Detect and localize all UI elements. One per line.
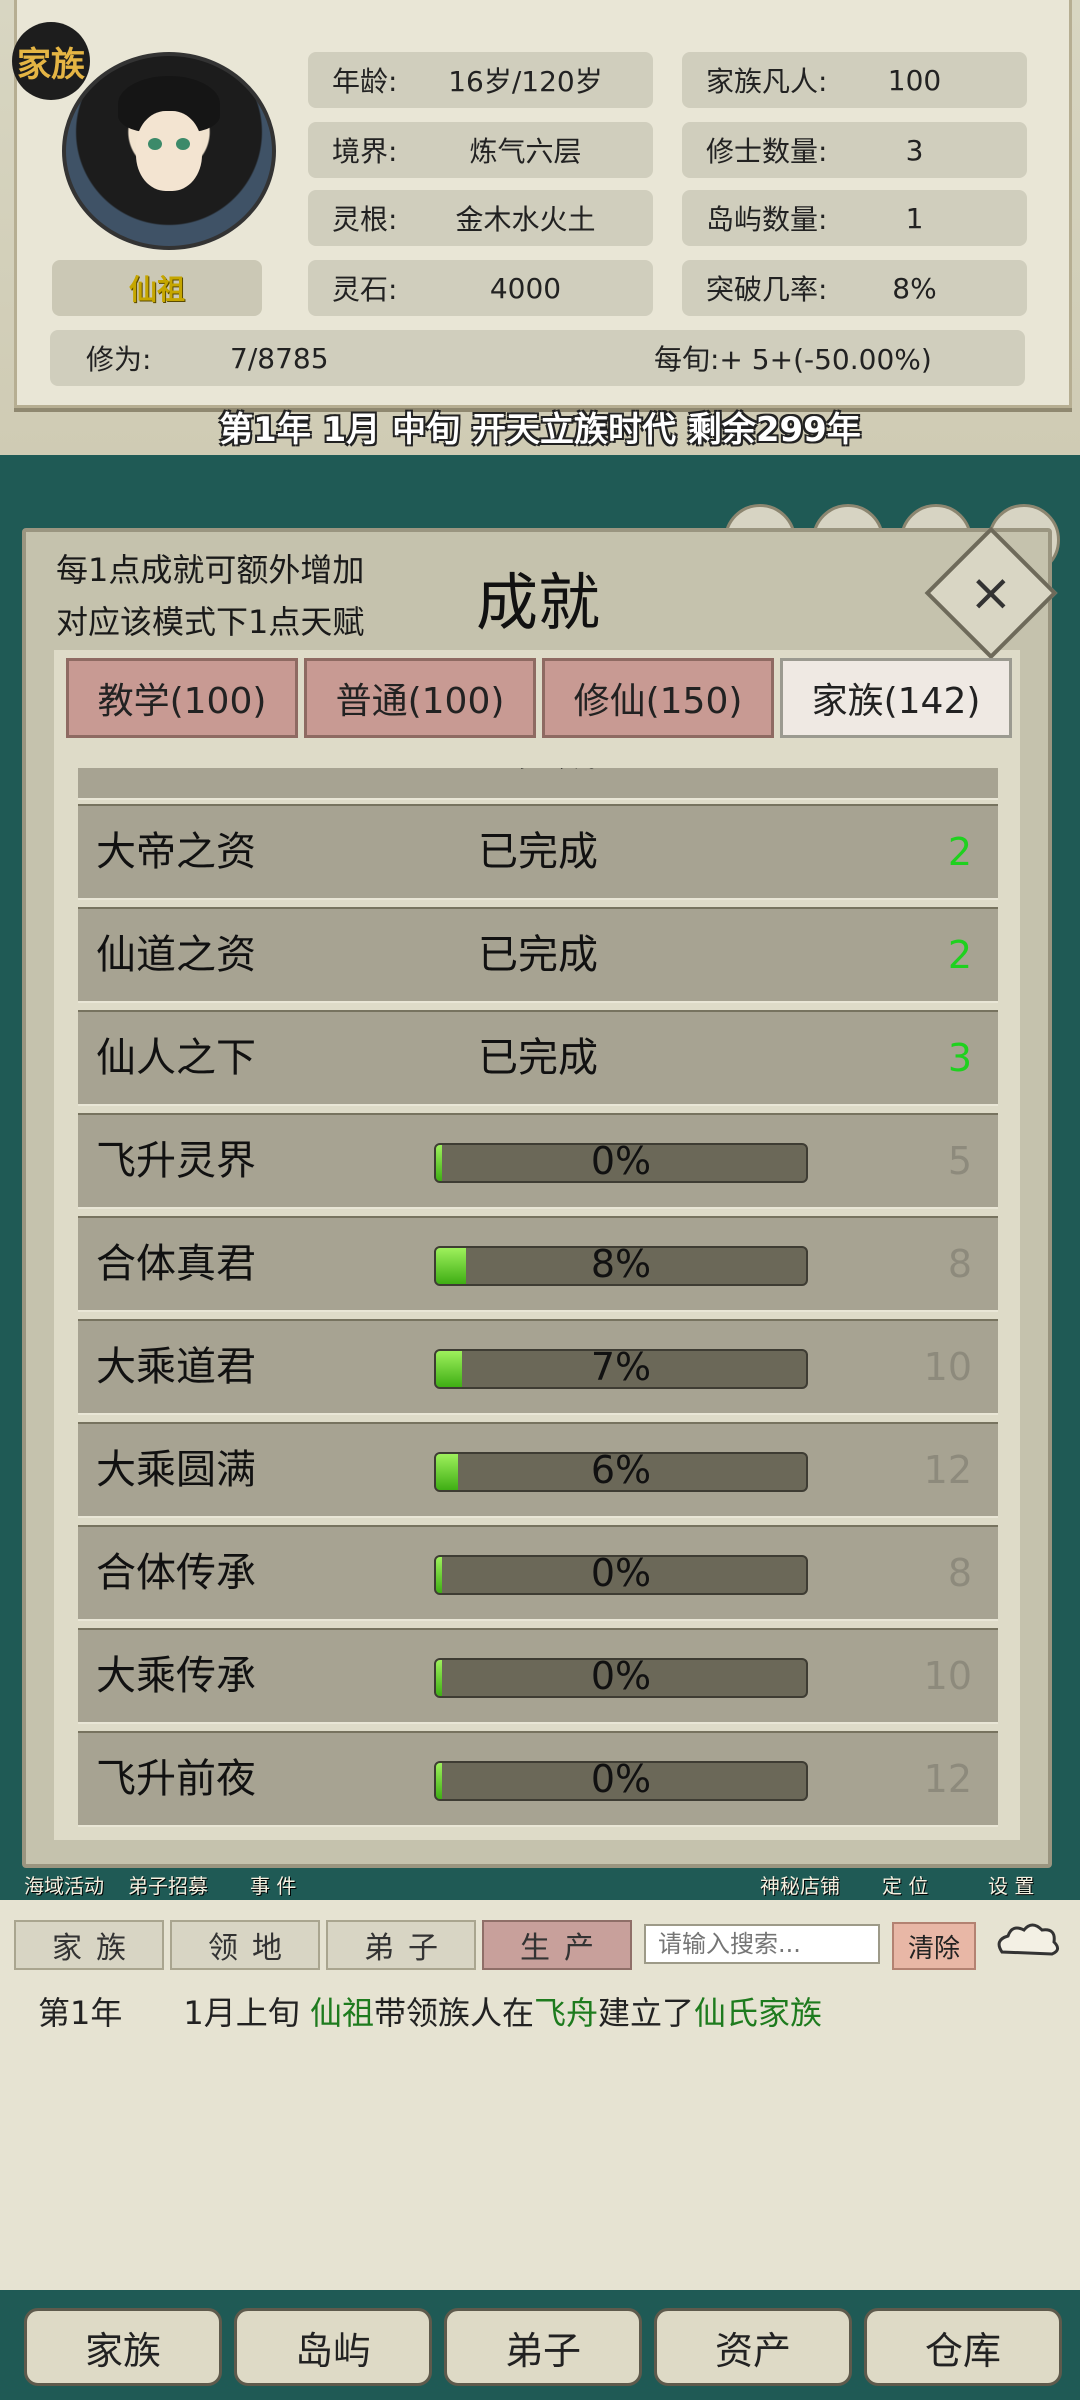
cultivation-label: 修为: xyxy=(86,343,152,376)
achievement-row: 合体传承 0% 8 xyxy=(78,1525,998,1621)
era-status: 第1年 1月 中旬 开天立族时代 剩余299年 xyxy=(219,410,861,450)
achievement-name: 飞升灵界 xyxy=(96,1138,256,1184)
stat-mortals: 家族凡人: 100 xyxy=(682,52,1027,108)
tab-clan[interactable]: 家族(142) xyxy=(780,658,1012,738)
achievement-points: 12 xyxy=(923,1448,972,1492)
tab-tutorial[interactable]: 教学(100) xyxy=(66,658,298,738)
stat-cultivators: 修士数量: 3 xyxy=(682,122,1027,178)
cultivation-value: 7/8785 xyxy=(230,341,329,375)
event-log-panel: 家族 领地 弟子 生产 清除 第1年 1月上旬 仙祖带领族人在飞舟建立了仙氏家族 xyxy=(0,1900,1080,2290)
log-tab-clan[interactable]: 家族 xyxy=(14,1920,164,1970)
settings-label[interactable]: 设 置 xyxy=(988,1870,1034,1899)
achievement-list[interactable]: 已完成 大帝之资 已完成 2 仙道之资 已完成 2 仙人之下 已完成 3 飞升灵… xyxy=(78,768,998,1832)
stat-age: 年龄: 16岁/120岁 xyxy=(308,52,653,108)
achievement-row: 大乘传承 0% 10 xyxy=(78,1628,998,1724)
avatar[interactable] xyxy=(62,52,276,250)
achievement-points: 3 xyxy=(947,1036,972,1080)
achievement-points: 10 xyxy=(923,1654,972,1698)
achievement-row: 飞升前夜 0% 12 xyxy=(78,1731,998,1827)
achievement-row: 大乘道君 7% 10 xyxy=(78,1319,998,1415)
achievement-status: 已完成 xyxy=(478,932,598,978)
stat-realm: 境界: 炼气六层 xyxy=(308,122,653,178)
achievement-name: 合体传承 xyxy=(96,1550,256,1596)
progress-bar: 8% xyxy=(434,1246,808,1286)
nav-assets[interactable]: 资产 xyxy=(654,2308,852,2386)
achievement-row: 合体真君 8% 8 xyxy=(78,1216,998,1312)
achievement-points: 2 xyxy=(947,933,972,977)
tab-normal[interactable]: 普通(100) xyxy=(304,658,536,738)
log-tab-disciples[interactable]: 弟子 xyxy=(326,1920,476,1970)
stat-spirit-root: 灵根: 金木水火土 xyxy=(308,190,653,246)
recruit-label[interactable]: 弟子招募 xyxy=(128,1870,208,1899)
progress-bar: 0% xyxy=(434,1658,808,1698)
achievement-tabs: 教学(100) 普通(100) 修仙(150) 家族(142) xyxy=(66,658,1012,738)
progress-bar: 7% xyxy=(434,1349,808,1389)
close-button[interactable]: × xyxy=(924,526,1058,660)
achievement-row-partial: 已完成 xyxy=(78,768,998,800)
achievement-status: 已完成 xyxy=(478,1035,598,1081)
achievement-row: 仙人之下 已完成 3 xyxy=(78,1010,998,1106)
log-tab-territory[interactable]: 领地 xyxy=(170,1920,320,1970)
progress-bar: 0% xyxy=(434,1555,808,1595)
bottom-nav: 家族 岛屿 弟子 资产 仓库 xyxy=(0,2290,1080,2400)
events-label[interactable]: 事 件 xyxy=(250,1870,296,1899)
sea-activity-label[interactable]: 海域活动 xyxy=(24,1870,104,1899)
stat-spirit-stones: 灵石: 4000 xyxy=(308,260,653,316)
achievement-name: 飞升前夜 xyxy=(96,1756,256,1802)
character-panel: 家族 仙祖 年龄: 16岁/120岁 境界: 炼气六层 灵根: 金木水火土 灵石: 40… xyxy=(0,0,1080,455)
log-search-input[interactable] xyxy=(644,1924,880,1964)
log-tabs: 家族 领地 弟子 生产 xyxy=(14,1920,632,1970)
log-tab-production[interactable]: 生产 xyxy=(482,1920,632,1970)
achievement-name: 大乘圆满 xyxy=(96,1447,256,1493)
close-icon: × xyxy=(969,562,1013,623)
achievement-name: 大乘道君 xyxy=(96,1344,256,1390)
achievement-status: 已完成 xyxy=(478,829,598,875)
mystery-shop-label[interactable]: 神秘店铺 xyxy=(760,1870,840,1899)
achievement-row: 仙道之资 已完成 2 xyxy=(78,907,998,1003)
clear-button[interactable]: 清除 xyxy=(892,1922,976,1970)
nav-islands[interactable]: 岛屿 xyxy=(234,2308,432,2386)
cloud-icon[interactable] xyxy=(992,1922,1064,1966)
achievement-points: 8 xyxy=(947,1551,972,1595)
tab-cultivation[interactable]: 修仙(150) xyxy=(542,658,774,738)
progress-bar: 0% xyxy=(434,1761,808,1801)
character-name: 仙祖 xyxy=(52,260,262,316)
achievement-points: 10 xyxy=(923,1345,972,1389)
progress-bar: 0% xyxy=(434,1143,808,1183)
locate-label[interactable]: 定 位 xyxy=(882,1870,928,1899)
nav-disciples[interactable]: 弟子 xyxy=(444,2308,642,2386)
achievement-points: 2 xyxy=(947,830,972,874)
modal-title: 成就 xyxy=(476,566,601,639)
nav-clan[interactable]: 家族 xyxy=(24,2308,222,2386)
stat-breakthrough-rate: 突破几率: 8% xyxy=(682,260,1027,316)
achievement-points: 12 xyxy=(923,1757,972,1801)
log-entry: 第1年 1月上旬 仙祖带领族人在飞舟建立了仙氏家族 xyxy=(38,1994,823,2032)
progress-bar: 6% xyxy=(434,1452,808,1492)
achievement-points: 8 xyxy=(947,1242,972,1286)
cultivation-per-turn: 每旬:+ 5+(-50.00%) xyxy=(654,343,932,376)
achievement-hint: 每1点成就可额外增加 对应该模式下1点天赋 xyxy=(56,551,365,641)
achievement-points: 5 xyxy=(947,1139,972,1183)
achievement-name: 大乘传承 xyxy=(96,1653,256,1699)
stat-islands: 岛屿数量: 1 xyxy=(682,190,1027,246)
clan-badge[interactable]: 家族 xyxy=(12,22,90,100)
achievement-name: 合体真君 xyxy=(96,1241,256,1287)
achievement-row: 飞升灵界 0% 5 xyxy=(78,1113,998,1209)
achievement-modal: 每1点成就可额外增加 对应该模式下1点天赋 成就 × 教学(100) 普通(10… xyxy=(22,526,1058,1868)
cultivation-bar: 修为: 7/8785 每旬:+ 5+(-50.00%) xyxy=(50,330,1025,386)
achievement-row: 大乘圆满 6% 12 xyxy=(78,1422,998,1518)
nav-warehouse[interactable]: 仓库 xyxy=(864,2308,1062,2386)
achievement-row: 大帝之资 已完成 2 xyxy=(78,804,998,900)
